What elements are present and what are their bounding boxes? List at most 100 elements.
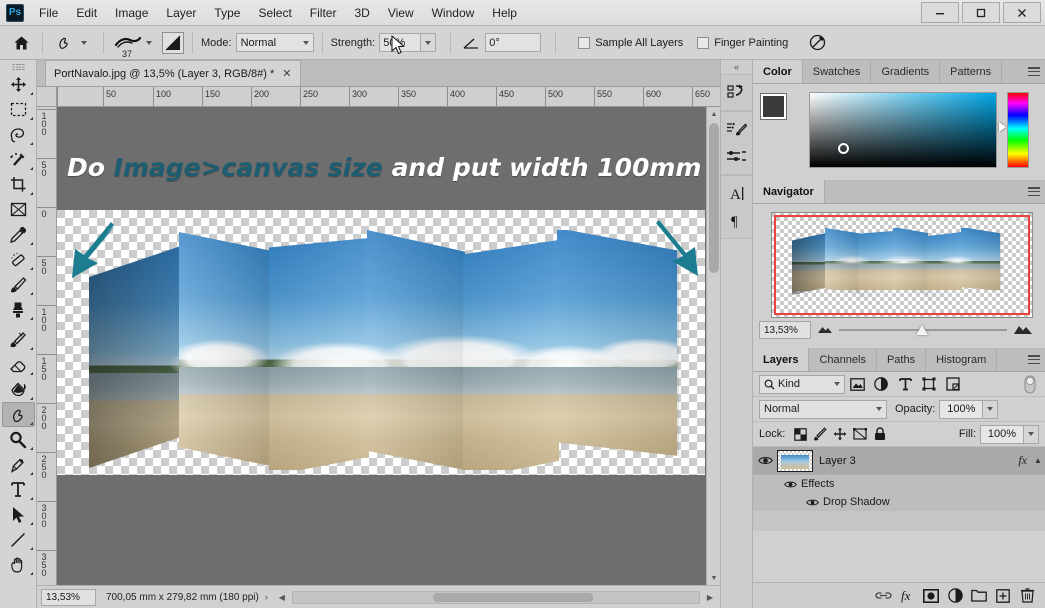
layer-kind-filter-select[interactable]: Kind: [759, 374, 845, 394]
fill-dropdown-button[interactable]: [1024, 424, 1039, 444]
scroll-right-arrow-icon[interactable]: ▶: [704, 591, 716, 603]
fill-input[interactable]: 100%: [980, 424, 1024, 444]
filter-type-layers-icon[interactable]: [893, 374, 917, 394]
menu-help[interactable]: Help: [483, 2, 526, 24]
menu-filter[interactable]: Filter: [301, 2, 346, 24]
document-tab-portnavalo[interactable]: PortNavalo.jpg @ 13,5% (Layer 3, RGB/8#)…: [45, 60, 301, 86]
layer-effects-badge[interactable]: fx: [1018, 453, 1031, 468]
panel-menu-icon[interactable]: [1023, 180, 1045, 203]
tab-histogram[interactable]: Histogram: [926, 348, 998, 371]
home-icon[interactable]: [8, 30, 34, 56]
hue-strip[interactable]: [1007, 92, 1029, 168]
menu-window[interactable]: Window: [423, 2, 484, 24]
tool-eraser-tool[interactable]: [2, 352, 35, 377]
color-picker-marker[interactable]: [838, 143, 849, 154]
new-group-button[interactable]: [967, 585, 991, 607]
history-panel-icon[interactable]: [721, 79, 752, 106]
tablet-pressure-icon[interactable]: [804, 30, 830, 56]
minimize-button[interactable]: [921, 2, 959, 23]
tool-frame-tool[interactable]: [2, 197, 35, 222]
menu-layer[interactable]: Layer: [157, 2, 205, 24]
layer-thumbnail[interactable]: [777, 449, 813, 472]
add-layer-mask-button[interactable]: [919, 585, 943, 607]
tool-object-selection-tool[interactable]: [2, 147, 35, 172]
tool-rectangular-marquee-tool[interactable]: [2, 97, 35, 122]
chevron-up-icon[interactable]: ▲: [1031, 456, 1045, 465]
list-item[interactable]: Effects: [753, 475, 1045, 493]
tool-move-tool[interactable]: [2, 72, 35, 97]
tool-hand-tool[interactable]: [2, 552, 35, 577]
menu-image[interactable]: Image: [106, 2, 157, 24]
brush-settings-panel-icon[interactable]: [721, 116, 752, 143]
tab-swatches[interactable]: Swatches: [802, 60, 872, 83]
zoom-level-input[interactable]: 13,53%: [41, 588, 96, 606]
tool-lasso-tool[interactable]: [2, 122, 35, 147]
character-panel-icon[interactable]: A: [721, 180, 752, 207]
maximize-button[interactable]: [962, 2, 1000, 23]
panel-menu-icon[interactable]: [1023, 60, 1045, 83]
toggle-brush-panel-icon[interactable]: [162, 31, 184, 54]
layer-visibility-toggle[interactable]: [753, 455, 777, 466]
menu-select[interactable]: Select: [249, 2, 300, 24]
hue-slider[interactable]: [999, 92, 1029, 168]
new-fill-adjustment-layer-button[interactable]: [943, 585, 967, 607]
sample-all-layers-group[interactable]: Sample All Layers: [578, 36, 683, 49]
lock-image-pixels-icon[interactable]: [810, 424, 830, 444]
menu-edit[interactable]: Edit: [67, 2, 106, 24]
ruler-origin-corner[interactable]: [37, 87, 57, 107]
navigator-thumbnail[interactable]: [771, 212, 1033, 318]
blend-mode-select[interactable]: Normal: [759, 399, 887, 419]
tab-patterns[interactable]: Patterns: [940, 60, 1003, 83]
menu-view[interactable]: View: [379, 2, 423, 24]
scroll-left-arrow-icon[interactable]: ◀: [276, 591, 288, 603]
filter-smart-object-layers-icon[interactable]: [941, 374, 965, 394]
hue-slider-marker[interactable]: [999, 122, 1006, 132]
tool-eyedropper-tool[interactable]: [2, 222, 35, 247]
layer-name-label[interactable]: Layer 3: [819, 455, 856, 467]
opacity-dropdown-button[interactable]: [983, 399, 999, 419]
toolbar-drag-handle[interactable]: ☷☷: [0, 62, 36, 72]
vertical-ruler[interactable]: 100 50 0 50 100 150 200 250 300 350: [37, 107, 57, 585]
sample-all-layers-checkbox[interactable]: [578, 36, 591, 49]
filter-pixel-layers-icon[interactable]: [845, 374, 869, 394]
effects-visibility-toggle[interactable]: [779, 480, 801, 489]
lock-position-icon[interactable]: [830, 424, 850, 444]
navigator-view-box[interactable]: [774, 215, 1030, 315]
angle-input[interactable]: 0°: [485, 33, 542, 52]
opacity-input[interactable]: 100%: [939, 399, 984, 419]
link-layers-button[interactable]: [871, 585, 895, 607]
navigator-zoom-slider-knob[interactable]: [916, 325, 929, 335]
saturation-value-field[interactable]: [809, 92, 997, 168]
adjustments-panel-icon[interactable]: [721, 143, 752, 170]
tool-path-selection-tool[interactable]: [2, 502, 35, 527]
menu-file[interactable]: File: [30, 2, 67, 24]
tool-crop-tool[interactable]: [2, 172, 35, 197]
delete-layer-button[interactable]: [1015, 585, 1039, 607]
foreground-color-swatch[interactable]: [761, 94, 786, 119]
tool-gradient-tool[interactable]: [2, 377, 35, 402]
tool-spot-healing-brush-tool[interactable]: [2, 247, 35, 272]
tab-channels[interactable]: Channels: [809, 348, 877, 371]
tool-line-tool[interactable]: [2, 527, 35, 552]
tool-horizontal-type-tool[interactable]: [2, 477, 35, 502]
tool-pen-tool[interactable]: [2, 452, 35, 477]
tab-color[interactable]: Color: [753, 60, 803, 83]
layer-list[interactable]: Layer 3 fx ▲ Effects Drop Shadow: [753, 447, 1045, 531]
folded-panorama-image[interactable]: [89, 228, 679, 480]
tab-navigator[interactable]: Navigator: [753, 180, 825, 203]
panel-menu-icon[interactable]: [1023, 348, 1045, 371]
scroll-up-arrow-icon[interactable]: ▲: [708, 108, 720, 120]
close-button[interactable]: [1003, 2, 1041, 23]
tool-preset-chevron-down-icon[interactable]: [81, 40, 87, 45]
tool-brush-tool[interactable]: [2, 272, 35, 297]
brush-preset-picker[interactable]: 37: [112, 28, 144, 59]
strength-dropdown-button[interactable]: [421, 33, 437, 52]
status-chevron-icon[interactable]: ›: [265, 592, 268, 602]
table-row[interactable]: Layer 3 fx ▲: [753, 447, 1045, 475]
lock-transparent-pixels-icon[interactable]: [790, 424, 810, 444]
navigator-zoom-input[interactable]: 13,53%: [759, 321, 811, 339]
lock-artboard-nesting-icon[interactable]: [850, 424, 870, 444]
filter-shape-layers-icon[interactable]: [917, 374, 941, 394]
tab-layers[interactable]: Layers: [753, 348, 810, 371]
finger-painting-group[interactable]: Finger Painting: [697, 36, 788, 49]
